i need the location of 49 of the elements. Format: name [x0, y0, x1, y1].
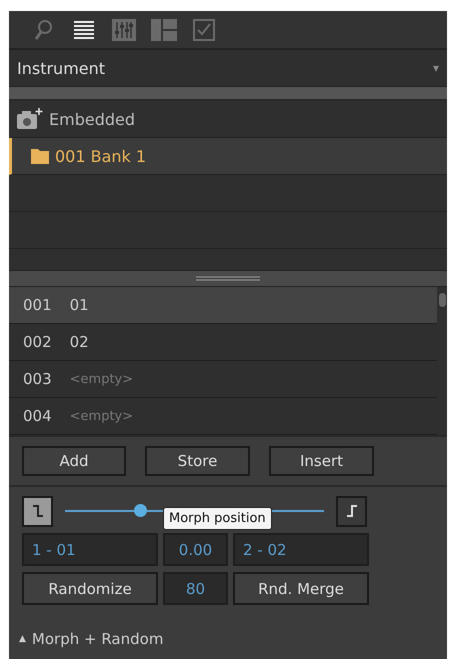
layout-icon — [151, 18, 177, 40]
program-row[interactable]: 003 <empty> — [9, 361, 437, 398]
scrollbar[interactable] — [437, 287, 447, 435]
program-row[interactable]: 001 01 — [9, 287, 437, 324]
scroll-thumb[interactable] — [438, 293, 446, 307]
action-button[interactable]: Insert — [269, 446, 374, 476]
step-up-icon — [344, 504, 358, 518]
search-icon — [34, 18, 54, 40]
grip-icon — [196, 276, 260, 281]
program-number: 003 — [23, 370, 52, 388]
checkbox-icon — [193, 18, 215, 40]
camera-plus-icon — [17, 108, 43, 130]
action-button[interactable]: Store — [145, 446, 250, 476]
tree-item[interactable]: Embedded — [9, 101, 447, 138]
randomize-button[interactable]: Randomize — [22, 572, 158, 605]
section-header[interactable]: ▲ Morph + Random — [9, 619, 447, 659]
section-label: Morph + Random — [32, 630, 164, 648]
program-name: <empty> — [70, 408, 134, 424]
list-icon — [73, 20, 95, 38]
action-button[interactable]: Add — [22, 446, 126, 476]
morph-right-field[interactable]: 2 - 02 — [233, 533, 369, 566]
morph-left-field[interactable]: 1 - 01 — [22, 533, 158, 566]
program-row[interactable]: 002 02 — [9, 324, 437, 361]
search-field[interactable] — [9, 87, 447, 101]
tooltip: Morph position — [163, 507, 272, 530]
mixer-icon — [112, 18, 136, 40]
expand-arrow: ▲ — [19, 634, 26, 644]
step-up-toggle[interactable] — [336, 496, 367, 526]
dropdown-value: Instrument — [17, 58, 106, 78]
slider-thumb[interactable] — [134, 504, 148, 517]
dropdown-arrow: ▾ — [432, 61, 439, 75]
folder-icon — [31, 148, 49, 164]
merge-button[interactable]: Rnd. Merge — [233, 572, 369, 605]
program-name: <empty> — [70, 372, 134, 386]
tree-label: Embedded — [49, 110, 136, 128]
random-amount-field[interactable]: 80 — [163, 572, 228, 605]
tree-label: 001 Bank 1 — [55, 146, 146, 166]
program-name: 02 — [70, 333, 89, 351]
program-number: 001 — [23, 296, 52, 314]
program-name: 01 — [70, 296, 89, 314]
morph-value-field[interactable]: 0.00 — [163, 533, 228, 566]
program-number: 004 — [23, 407, 52, 425]
splitter-handle[interactable] — [9, 271, 447, 287]
tree-item[interactable]: 001 Bank 1 — [9, 138, 447, 175]
step-down-icon — [30, 504, 44, 518]
step-down-toggle[interactable] — [22, 496, 53, 526]
program-number: 002 — [23, 333, 52, 351]
instrument-dropdown[interactable]: Instrument ▾ — [9, 50, 447, 87]
program-row[interactable]: 004 <empty> — [9, 398, 437, 435]
